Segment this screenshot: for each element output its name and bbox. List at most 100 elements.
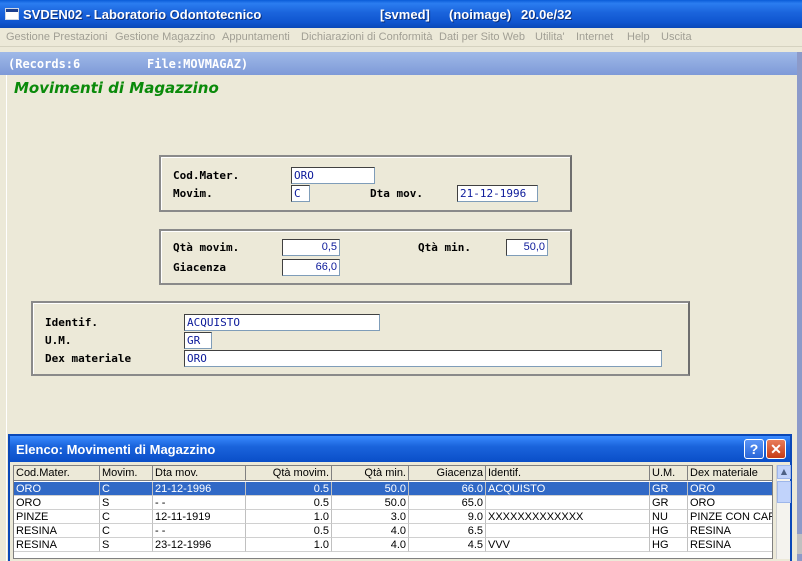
cell-dex-materiale: RESINA bbox=[688, 538, 772, 552]
movim-label: Movim. bbox=[173, 187, 213, 200]
cell-cod-mater: RESINA bbox=[14, 524, 100, 538]
cell-giacenza: 6.5 bbox=[409, 524, 486, 538]
cell-identif bbox=[486, 524, 650, 538]
close-icon[interactable]: ✕ bbox=[766, 439, 786, 459]
cell-qta-movim: 1.0 bbox=[246, 538, 332, 552]
dex-materiale-field[interactable]: ORO bbox=[184, 350, 662, 367]
cell-movim: S bbox=[100, 496, 153, 510]
table-row[interactable]: RESINA S 23-12-1996 1.0 4.0 4.5 VVV HG R… bbox=[14, 538, 772, 552]
records-bar: (Records:6 File:MOVMAGAZ) bbox=[0, 52, 802, 75]
menu-bar: Gestione Prestazioni Gestione Magazzino … bbox=[0, 28, 802, 47]
cell-qta-movim: 0.5 bbox=[246, 496, 332, 510]
menu-help[interactable]: Help bbox=[627, 31, 650, 43]
cell-movim: S bbox=[100, 538, 153, 552]
menu-appuntamenti[interactable]: Appuntamenti bbox=[222, 31, 290, 43]
cell-identif bbox=[486, 496, 650, 510]
cell-giacenza: 4.5 bbox=[409, 538, 486, 552]
qta-movim-label: Qtà movim. bbox=[173, 241, 240, 254]
um-field[interactable]: GR bbox=[184, 332, 212, 349]
identif-label: Identif. bbox=[45, 316, 98, 329]
file-name: File:MOVMAGAZ) bbox=[147, 57, 249, 71]
app-window-icon[interactable] bbox=[5, 8, 19, 20]
giacenza-field[interactable]: 66,0 bbox=[282, 259, 340, 276]
dta-mov-field[interactable]: 21-12-1996 bbox=[457, 185, 538, 202]
cell-qta-min: 4.0 bbox=[332, 538, 409, 552]
qta-movim-field[interactable]: 0,5 bbox=[282, 239, 340, 256]
window-title: SVDEN02 - Laboratorio Odontotecnico bbox=[23, 7, 262, 22]
list-window-caption[interactable]: Elenco: Movimenti di Magazzino ? ✕ bbox=[10, 436, 790, 462]
title-bar[interactable]: SVDEN02 - Laboratorio Odontotecnico [svm… bbox=[0, 0, 802, 28]
cell-cod-mater: ORO bbox=[14, 482, 100, 496]
um-label: U.M. bbox=[45, 334, 72, 347]
window-title-image: (noimage) bbox=[449, 7, 512, 22]
cell-cod-mater: RESINA bbox=[14, 538, 100, 552]
cell-movim: C bbox=[100, 510, 153, 524]
menu-utilita[interactable]: Utilita' bbox=[535, 31, 565, 43]
table-row[interactable]: ORO S - - 0.5 50.0 65.0 GR ORO bbox=[14, 496, 772, 510]
menu-dichiarazioni-conformita[interactable]: Dichiarazioni di Conformità bbox=[301, 31, 432, 43]
cod-mater-label: Cod.Mater. bbox=[173, 169, 240, 182]
movim-field[interactable]: C bbox=[291, 185, 310, 202]
grid-scrollbar[interactable]: ▲ bbox=[776, 465, 791, 559]
giacenza-label: Giacenza bbox=[173, 261, 226, 274]
cell-dta-mov: - - bbox=[153, 496, 246, 510]
cell-um: NU bbox=[650, 510, 688, 524]
col-dex-materiale[interactable]: Dex materiale bbox=[688, 466, 772, 481]
help-icon[interactable]: ? bbox=[744, 439, 764, 459]
table-row[interactable]: ORO C 21-12-1996 0.5 50.0 66.0 ACQUISTO … bbox=[14, 482, 772, 496]
group-quantities bbox=[159, 229, 572, 285]
qta-min-field[interactable]: 50,0 bbox=[506, 239, 548, 256]
window-edge bbox=[797, 52, 802, 561]
col-identif[interactable]: Identif. bbox=[486, 466, 650, 481]
cell-um: HG bbox=[650, 538, 688, 552]
qta-min-label: Qtà min. bbox=[418, 241, 471, 254]
cell-qta-movim: 0.5 bbox=[246, 482, 332, 496]
cell-dex-materiale: PINZE CON CARBURO bbox=[688, 510, 772, 524]
menu-gestione-magazzino[interactable]: Gestione Magazzino bbox=[115, 31, 215, 43]
cell-dex-materiale: RESINA bbox=[688, 524, 772, 538]
col-dta-mov[interactable]: Dta mov. bbox=[153, 466, 246, 481]
cell-um: HG bbox=[650, 524, 688, 538]
menu-uscita[interactable]: Uscita bbox=[661, 31, 692, 43]
edge-knob bbox=[797, 534, 802, 554]
page-title: Movimenti di Magazzino bbox=[14, 79, 219, 97]
cell-dta-mov: - - bbox=[153, 524, 246, 538]
table-row[interactable]: PINZE C 12-11-1919 1.0 3.0 9.0 XXXXXXXXX… bbox=[14, 510, 772, 524]
col-cod-mater[interactable]: Cod.Mater. bbox=[14, 466, 100, 481]
records-count: (Records:6 bbox=[8, 57, 81, 71]
cell-dex-materiale: ORO bbox=[688, 482, 772, 496]
cell-giacenza: 65.0 bbox=[409, 496, 486, 510]
cell-cod-mater: PINZE bbox=[14, 510, 100, 524]
cell-giacenza: 66.0 bbox=[409, 482, 486, 496]
dta-mov-label: Dta mov. bbox=[370, 187, 423, 200]
list-window: Elenco: Movimenti di Magazzino ? ✕ Cod.M… bbox=[8, 434, 792, 561]
cell-qta-movim: 0.5 bbox=[246, 524, 332, 538]
cell-dex-materiale: ORO bbox=[688, 496, 772, 510]
cell-dta-mov: 12-11-1919 bbox=[153, 510, 246, 524]
cod-mater-field[interactable]: ORO bbox=[291, 167, 375, 184]
cell-qta-min: 4.0 bbox=[332, 524, 409, 538]
cell-identif: ACQUISTO bbox=[486, 482, 650, 496]
col-qta-min[interactable]: Qtà min. bbox=[332, 466, 409, 481]
cell-qta-min: 3.0 bbox=[332, 510, 409, 524]
window-title-version: 20.0e/32 bbox=[521, 7, 572, 22]
col-qta-movim[interactable]: Qtà movim. bbox=[246, 466, 332, 481]
table-row[interactable]: RESINA C - - 0.5 4.0 6.5 HG RESINA bbox=[14, 524, 772, 538]
col-giacenza[interactable]: Giacenza bbox=[409, 466, 486, 481]
scroll-up-icon[interactable]: ▲ bbox=[777, 465, 791, 479]
window-title-db: [svmed] bbox=[380, 7, 430, 22]
cell-um: GR bbox=[650, 482, 688, 496]
grid-header: Cod.Mater. Movim. Dta mov. Qtà movim. Qt… bbox=[14, 466, 772, 481]
col-um[interactable]: U.M. bbox=[650, 466, 688, 481]
menu-gestione-prestazioni[interactable]: Gestione Prestazioni bbox=[6, 31, 108, 43]
cell-identif: VVV bbox=[486, 538, 650, 552]
cell-um: GR bbox=[650, 496, 688, 510]
menu-dati-sito-web[interactable]: Dati per Sito Web bbox=[439, 31, 525, 43]
scroll-thumb[interactable] bbox=[777, 481, 791, 503]
menu-internet[interactable]: Internet bbox=[576, 31, 613, 43]
cell-qta-movim: 1.0 bbox=[246, 510, 332, 524]
col-movim[interactable]: Movim. bbox=[100, 466, 153, 481]
cell-giacenza: 9.0 bbox=[409, 510, 486, 524]
identif-field[interactable]: ACQUISTO bbox=[184, 314, 380, 331]
cell-qta-min: 50.0 bbox=[332, 496, 409, 510]
